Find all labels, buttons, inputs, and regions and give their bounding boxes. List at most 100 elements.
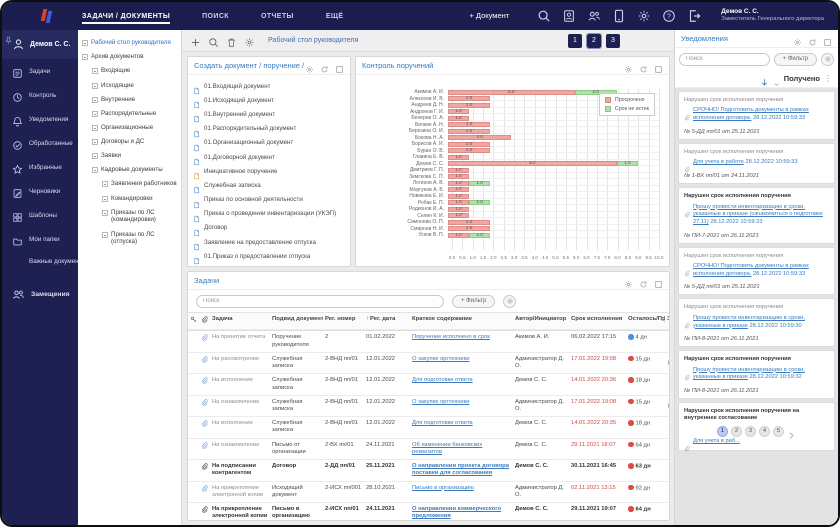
sidebar-item-1[interactable]: Контроль xyxy=(2,83,78,107)
sort-field-dropdown[interactable]: Получено xyxy=(784,74,820,83)
tree-item-12[interactable]: Приказы по ЛС (командировки) xyxy=(82,206,179,228)
create-item-5[interactable]: 01.Договорной документ xyxy=(193,150,345,166)
create-item-0[interactable]: 01.Входящий документ xyxy=(193,79,345,95)
task-row[interactable]: На исполнение Служебная записка 2-ВНД пп/0… xyxy=(188,417,669,439)
task-summary-link[interactable]: О направлении коммерческого предложения xyxy=(412,506,501,519)
page-button-1[interactable]: 1 xyxy=(568,33,582,48)
nav-item-3[interactable]: ЕЩЁ xyxy=(326,9,344,24)
notif-page-4[interactable]: 4 xyxy=(759,425,770,437)
gear-icon[interactable] xyxy=(793,34,802,46)
task-summary-link[interactable]: О закупке оргтехники xyxy=(412,399,469,405)
page-button-3[interactable]: 3 xyxy=(606,33,620,48)
notif-page-5[interactable]: 5 xyxy=(773,425,784,437)
search-icon[interactable] xyxy=(537,9,551,23)
create-item-12[interactable]: 01.Приказ о предоставлении отпуска xyxy=(193,249,345,265)
create-item-7[interactable]: Служебная записка xyxy=(193,178,345,194)
expand-box-icon[interactable] xyxy=(102,181,108,188)
sidebar-item-3[interactable]: Обработанные xyxy=(2,131,78,155)
nav-item-2[interactable]: ОТЧЕТЫ xyxy=(261,9,294,24)
expand-box-icon[interactable] xyxy=(102,231,108,238)
sidebar-item-8[interactable]: Важные документы xyxy=(2,251,78,271)
sidebar-item-0[interactable]: Задачи xyxy=(2,59,78,83)
expand-box-icon[interactable] xyxy=(102,209,108,216)
create-item-8[interactable]: Приказ по основной деятельности xyxy=(193,193,345,208)
gear-icon[interactable] xyxy=(624,276,633,288)
tree-item-7[interactable]: Договоры и ДС xyxy=(82,135,179,149)
tree-item-9[interactable]: Кадровые документы xyxy=(82,163,179,177)
expand-box-icon[interactable] xyxy=(92,153,98,160)
task-row[interactable]: На исполнение Служебная записка 2-ВНД пп/0… xyxy=(188,374,669,396)
trash-icon[interactable] xyxy=(226,35,237,47)
search-icon[interactable] xyxy=(208,35,219,47)
maximize-icon[interactable] xyxy=(823,34,832,46)
tree-item-5[interactable]: Распорядительные xyxy=(82,107,179,121)
gear-icon[interactable] xyxy=(244,35,255,47)
sidebar-item-7[interactable]: Мои папки xyxy=(2,227,78,251)
gear-icon[interactable] xyxy=(305,61,314,73)
tasks-table-menu-icon[interactable]: ⋮ xyxy=(661,315,668,323)
expand-box-icon[interactable] xyxy=(92,82,98,89)
expand-box-icon[interactable] xyxy=(92,68,98,75)
sidebar-item-4[interactable]: Избранные xyxy=(2,155,78,179)
maximize-icon[interactable] xyxy=(654,61,663,73)
create-item-3[interactable]: 01.Распорядительный документ xyxy=(193,122,345,137)
sort-direction-icon[interactable] xyxy=(760,74,769,86)
page-button-2[interactable]: 2 xyxy=(586,32,602,49)
task-summary-link[interactable]: Для подготовки ответа xyxy=(412,420,473,426)
expand-box-icon[interactable] xyxy=(92,124,98,131)
task-summary-link[interactable]: Письмо в организацию xyxy=(412,485,474,491)
create-item-1[interactable]: 01.Исходящий документ xyxy=(193,93,345,109)
column-header-1[interactable]: Подвид документа xyxy=(270,313,323,331)
column-header-5[interactable]: Автор/Инициатор xyxy=(513,313,569,331)
tree-item-4[interactable]: Внутренние xyxy=(82,93,179,107)
notif-page-3[interactable]: 3 xyxy=(745,425,756,437)
notification-card[interactable]: Нарушен срок исполнения поручения Прошу п… xyxy=(678,298,835,348)
create-item-4[interactable]: 01.Организационный документ xyxy=(193,136,345,151)
key-column-icon[interactable] xyxy=(188,313,199,331)
tree-item-13[interactable]: Приказы по ЛС (отпуска) xyxy=(82,227,179,249)
tasks-filter-button[interactable]: + Фильтр xyxy=(452,294,496,308)
refresh-icon[interactable] xyxy=(639,61,648,73)
task-summary-link[interactable]: О закупке оргтехники xyxy=(412,356,469,362)
nav-item-0[interactable]: ЗАДАЧИ / ДОКУМЕНТЫ xyxy=(82,9,171,24)
notification-card[interactable]: Нарушен срок исполнения поручения СРОЧНО!… xyxy=(678,91,835,140)
new-document-button[interactable]: + Документ xyxy=(469,11,509,20)
notification-card[interactable]: Нарушен срок исполнения поручения Для уче… xyxy=(678,142,835,185)
create-item-9[interactable]: Приказ о проведении инвентаризации (УКЭП… xyxy=(193,207,345,222)
task-row[interactable]: На принятие отчета Поручение руководителя… xyxy=(188,331,669,353)
create-item-10[interactable]: Договор xyxy=(193,221,345,237)
notification-link[interactable]: Для учета в раб... xyxy=(693,438,740,444)
notification-card[interactable]: Нарушен срок исполнения поручения СРОЧНО!… xyxy=(678,246,835,296)
expand-box-icon[interactable] xyxy=(92,139,98,146)
task-row[interactable]: На подписании контрагентом Договор 2-ДД пп… xyxy=(188,460,669,482)
maximize-icon[interactable] xyxy=(335,61,344,73)
tasks-settings-icon[interactable] xyxy=(503,294,517,308)
expand-box-icon[interactable] xyxy=(92,110,98,117)
sidebar-item-2[interactable]: Уведомления xyxy=(2,107,78,131)
notif-page-2[interactable]: 2 xyxy=(731,425,742,437)
contacts-icon[interactable] xyxy=(587,9,601,23)
column-header-7[interactable]: Осталось/Прошло xyxy=(626,313,665,331)
expand-box-icon[interactable] xyxy=(102,195,108,202)
logout-icon[interactable] xyxy=(687,9,701,23)
attachment-column-icon[interactable] xyxy=(199,313,210,331)
profile-icon[interactable] xyxy=(562,9,576,23)
refresh-icon[interactable] xyxy=(639,276,648,288)
notifications-settings-icon[interactable] xyxy=(821,52,834,66)
tree-item-2[interactable]: Входящие xyxy=(82,64,179,78)
user-block[interactable]: Демов С. С. Заместитель Генерального дир… xyxy=(721,8,824,23)
notification-card[interactable]: Нарушен срок исполнения поручения на вну… xyxy=(678,402,835,452)
tree-item-11[interactable]: Командировки xyxy=(82,191,179,205)
expand-box-icon[interactable] xyxy=(92,96,98,103)
sidebar-item-5[interactable]: Черновики xyxy=(2,179,78,203)
notif-page-1[interactable]: 1 xyxy=(717,425,728,437)
notifications-filter-button[interactable]: + Фильтр xyxy=(773,52,817,66)
tree-item-3[interactable]: Исходящие xyxy=(82,78,179,92)
column-header-3[interactable]: ↑Рег. дата xyxy=(364,313,410,331)
column-header-4[interactable]: Краткое содержание xyxy=(410,313,513,331)
gear-icon[interactable] xyxy=(624,61,633,73)
refresh-icon[interactable] xyxy=(808,34,817,46)
tree-item-8[interactable]: Заявки xyxy=(82,149,179,163)
notification-card[interactable]: Нарушен срок исполнения поручения Прошу п… xyxy=(678,350,835,399)
notifications-menu-icon[interactable]: ⋮ xyxy=(824,74,832,83)
